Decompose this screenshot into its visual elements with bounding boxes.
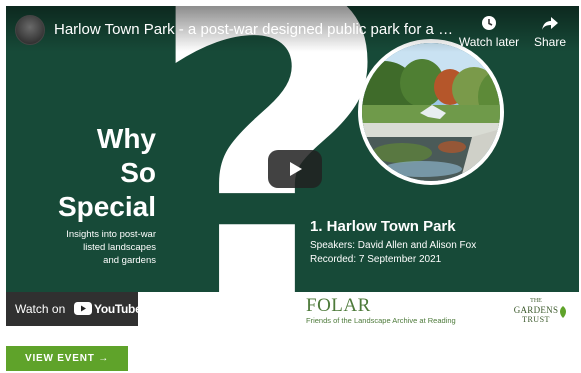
youtube-embed-player[interactable]: ? Why So Special Insights into post-war … bbox=[6, 6, 579, 326]
park-photo bbox=[358, 39, 504, 185]
youtube-play-logo-icon bbox=[74, 302, 92, 315]
folar-wordmark: FOLAR bbox=[306, 295, 371, 316]
share-label: Share bbox=[533, 35, 567, 49]
gardens-trust-gardens: GARDENS bbox=[513, 305, 559, 315]
channel-avatar[interactable] bbox=[15, 15, 45, 45]
gardens-trust-logo: THE GARDENS TRUST bbox=[506, 298, 566, 324]
watch-on-youtube-button[interactable]: Watch on YouTube bbox=[6, 292, 142, 326]
watch-on-label: Watch on bbox=[15, 302, 66, 316]
speakers-line: Speakers: David Allen and Alison Fox bbox=[310, 240, 477, 251]
gardens-trust-trust: TRUST bbox=[522, 315, 550, 324]
video-title-link[interactable]: Harlow Town Park - a post-war designed p… bbox=[54, 21, 459, 38]
view-event-button[interactable]: VIEW EVENT → bbox=[6, 346, 128, 371]
park-photo-image bbox=[362, 43, 500, 181]
play-button[interactable] bbox=[268, 150, 322, 188]
player-top-bar: Harlow Town Park - a post-war designed p… bbox=[6, 6, 579, 52]
share-arrow-icon bbox=[542, 17, 558, 30]
youtube-wordmark: YouTube bbox=[94, 302, 142, 316]
slide-subheading: Insights into post-war listed landscapes… bbox=[66, 229, 156, 266]
watch-later-button[interactable]: Watch later bbox=[458, 15, 520, 49]
recorded-date: Recorded: 7 September 2021 bbox=[310, 254, 442, 265]
folar-logo: FOLAR Friends of the Landscape Archive a… bbox=[306, 296, 456, 326]
gardens-trust-the: THE bbox=[530, 298, 542, 304]
slide-heading: Why So Special bbox=[57, 123, 156, 222]
play-icon bbox=[290, 162, 302, 176]
clock-icon bbox=[482, 16, 496, 30]
folar-subtitle: Friends of the Landscape Archive at Read… bbox=[306, 316, 456, 325]
leaf-icon bbox=[560, 306, 566, 318]
share-button[interactable]: Share bbox=[526, 15, 574, 49]
watch-later-label: Watch later bbox=[458, 35, 520, 49]
talk-title: 1. Harlow Town Park bbox=[310, 218, 456, 235]
